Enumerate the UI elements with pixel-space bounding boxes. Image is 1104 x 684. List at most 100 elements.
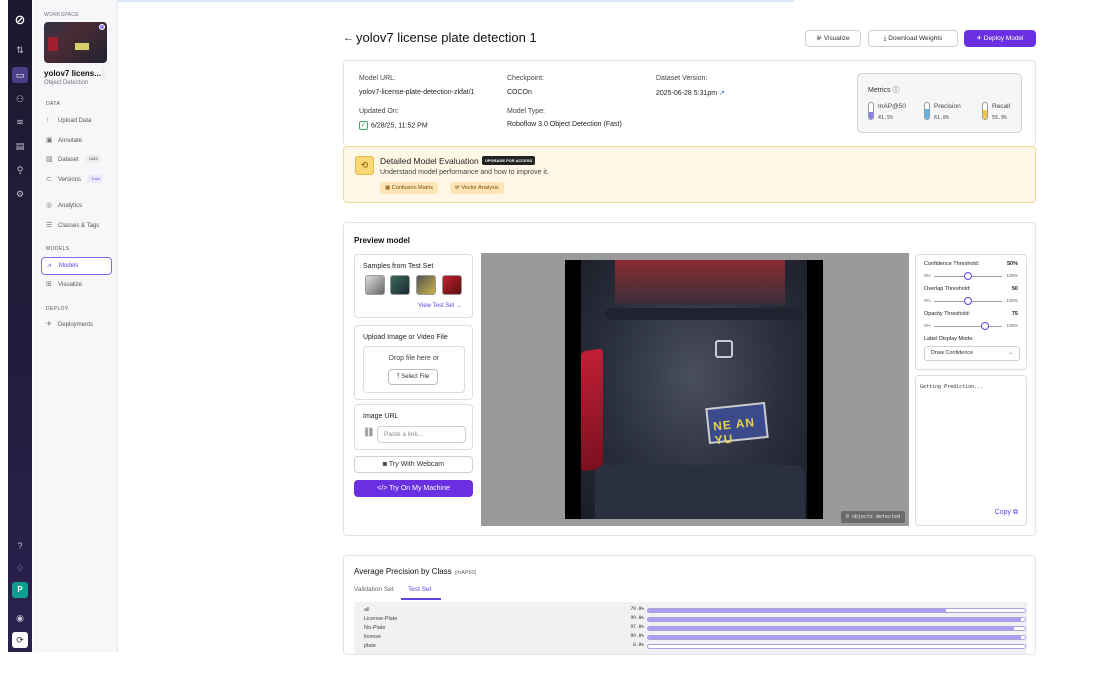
section-deploy: DEPLOY (46, 306, 69, 312)
download-weights-button[interactable]: ⤓ Download Weights (868, 30, 958, 47)
prediction-log: Getting Prediction... (920, 384, 984, 390)
sidebar-item-dataset[interactable]: ▨ Dataset 1429 (41, 152, 112, 168)
sample-thumb-4[interactable] (442, 275, 462, 295)
prediction-viewer[interactable]: NE AN YU 0 objects detected (481, 253, 909, 526)
sidebar-item-deployments[interactable]: ✈ Deployments (41, 317, 112, 333)
analytics-icon: ◎ (46, 202, 53, 209)
avatar[interactable]: P (12, 582, 28, 598)
vector-analysis-chip[interactable]: ⊯ Vector Analysis (450, 182, 504, 194)
try-webcam-button[interactable]: ◙ Try With Webcam (354, 456, 473, 473)
dataset-version-link[interactable]: 2025-06-28 5:31pm ↗ (656, 89, 725, 97)
image-url-panel: Image URL ⛓ Paste a link... (354, 404, 473, 450)
ap-value-label: 0.0% (633, 643, 644, 648)
community-icon[interactable]: ◉ (12, 610, 28, 626)
deploy-model-button[interactable]: ✈ Deploy Model (964, 30, 1036, 47)
sidebar-item-upload-data[interactable]: ↑ Upload Data (41, 113, 112, 129)
evaluation-title: Detailed Model Evaluation (380, 156, 479, 166)
image-url-input[interactable]: Paste a link... (377, 426, 466, 443)
projects-icon[interactable]: ▭ (12, 67, 28, 83)
notifications-icon[interactable]: ♢ (12, 560, 28, 576)
copy-button[interactable]: Copy ⧉ (995, 509, 1018, 517)
project-title[interactable]: yolov7 licens... (44, 69, 104, 78)
tab-test-set[interactable]: Test Set (408, 586, 431, 593)
classes-icon: ☰ (46, 222, 53, 229)
section-models: MODELS (46, 246, 70, 252)
upload-icon: ↑ (46, 117, 50, 124)
try-on-my-machine-button[interactable]: </> Try On My Machine (354, 480, 473, 497)
info-icon[interactable]: ⓘ (893, 87, 900, 94)
upgrade-badge[interactable]: UPGRADE FOR ACCESS (482, 156, 536, 165)
confidence-slider-handle[interactable] (964, 272, 972, 280)
preview-title: Preview model (354, 236, 411, 245)
ap-class-name: No-Plate (364, 625, 386, 631)
back-arrow-icon[interactable]: ← (343, 32, 354, 44)
code-icon: </> (377, 485, 390, 492)
status-dot-icon (99, 24, 105, 30)
dataset-icon: ▨ (46, 156, 53, 163)
universe-icon[interactable]: ≋ (12, 114, 28, 130)
sample-thumb-2[interactable] (390, 275, 410, 295)
ap-row: License-Plate 99.0% (354, 616, 1027, 624)
confidence-value: 50% (1006, 261, 1018, 267)
sidebar-item-versions[interactable]: ⊂ Versions Train (41, 172, 112, 188)
help-icon[interactable]: ? (12, 538, 28, 554)
opacity-slider[interactable] (934, 326, 1002, 327)
sample-thumb-1[interactable] (365, 275, 385, 295)
rocket-icon: ✈ (976, 35, 984, 42)
overlap-value: 50 (1011, 286, 1018, 292)
updated-value: ✓ 6/28/25, 11:52 PM (359, 121, 428, 130)
settings-icon[interactable]: ⚙ (12, 186, 28, 202)
overlap-slider-handle[interactable] (964, 297, 972, 305)
view-test-set-link[interactable]: View Test Set → (418, 303, 462, 309)
switch-icon[interactable]: ⇅ (12, 42, 28, 58)
opacity-label: Opacity Threshold: (924, 311, 971, 317)
confidence-label: Confidence Threshold: (924, 261, 980, 267)
ap-class-name: License-Plate (364, 616, 398, 622)
ap-title: Average Precision by Class (mAP50) (354, 567, 477, 576)
sidebar-item-annotate[interactable]: ▣ Annotate (41, 133, 112, 149)
check-icon: ✓ (359, 121, 368, 130)
sidebar-item-classes-tags[interactable]: ☰ Classes & Tags (41, 218, 112, 234)
sample-thumb-3[interactable] (416, 275, 436, 295)
active-tab-indicator (401, 598, 441, 600)
ap-bar (647, 608, 1026, 613)
ap-bar (647, 626, 1026, 631)
top-scroll-indicator (118, 0, 794, 2)
sidebar-item-models[interactable]: ⩘ Models (41, 257, 112, 275)
label-mode-label: Label Display Mode: (924, 336, 974, 342)
precision-gauge (924, 102, 930, 120)
external-link-icon: ↗ (719, 90, 725, 97)
workflows-icon[interactable]: ⚇ (12, 91, 28, 107)
ap-class-name: license (364, 634, 382, 640)
metrics-panel: Metrics ⓘ mAP@50 41.5% Precision 61.0% R… (857, 73, 1022, 133)
ap-bar (647, 617, 1026, 622)
prediction-output-panel: Getting Prediction... Copy ⧉ (915, 375, 1027, 526)
model-url-value[interactable]: yolov7-license-plate-detection-zkfat/1 (359, 89, 475, 96)
upgrade-icon[interactable]: ⟳ (12, 632, 28, 648)
section-data: DATA (46, 101, 61, 107)
roboflow-logo-icon[interactable]: ⊘ (12, 12, 28, 28)
label-display-mode-select[interactable]: Draw Confidence ⌄ (924, 346, 1020, 361)
sidebar-item-visualize[interactable]: ⊞ Visualize (41, 277, 112, 293)
deploy-rail-icon[interactable]: ⚲ (12, 162, 28, 178)
ap-class-name: all (364, 607, 370, 613)
ap-value-label: 99.0% (630, 616, 644, 621)
select-file-button[interactable]: ⤒ Select File (388, 369, 438, 385)
recall-gauge (982, 102, 988, 120)
file-drop-zone[interactable]: Drop file here or ⤒ Select File (363, 346, 465, 393)
train-badge: Train (88, 175, 103, 184)
updated-label: Updated On: (359, 108, 399, 115)
drop-text: Drop file here or (388, 355, 440, 362)
ap-bar (647, 644, 1026, 649)
visualize-button[interactable]: ⊯ Visualize (805, 30, 861, 47)
confusion-matrix-chip[interactable]: ▦ Confusion Matrix (380, 182, 439, 194)
sidebar-item-analytics[interactable]: ◎ Analytics (41, 198, 112, 214)
database-icon[interactable]: ▤ (12, 138, 28, 154)
chevron-down-icon: ⌄ (1008, 350, 1013, 356)
project-thumbnail[interactable] (44, 22, 107, 63)
ap-class-name: plate (364, 643, 376, 649)
tab-validation-set[interactable]: Validation Set (354, 586, 394, 593)
more-options-icon[interactable]: ⋮ (100, 69, 108, 78)
opacity-slider-handle[interactable] (981, 322, 989, 330)
evaluation-subtitle: Understand model performance and how to … (380, 169, 549, 176)
